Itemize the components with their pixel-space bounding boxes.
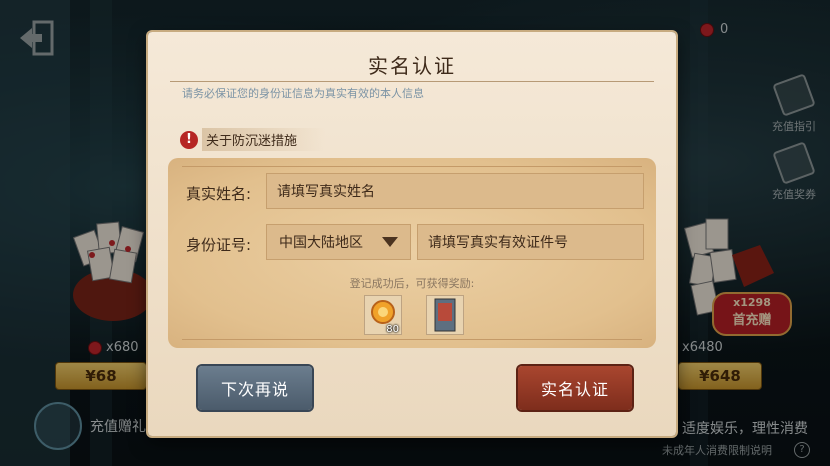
name-input[interactable]: 请填写真实姓名 xyxy=(266,173,644,209)
name-placeholder: 请填写真实姓名 xyxy=(277,184,375,200)
reward-count: 80 xyxy=(386,324,399,335)
name-label: 真实姓名: xyxy=(186,185,252,203)
real-name-dialog: 实名认证 请务必保证您的身份证信息为真实有效的本人信息 ! 关于防沉迷措施 真实… xyxy=(148,32,676,436)
dialog-subtitle: 请务必保证您的身份证信息为真实有效的本人信息 xyxy=(182,87,424,100)
id-placeholder: 请填写真实有效证件号 xyxy=(428,235,568,251)
reward-hint: 登记成功后，可获得奖励: xyxy=(349,277,475,290)
verify-button[interactable]: 实名认证 xyxy=(518,366,632,410)
reward-item-card[interactable] xyxy=(426,295,464,335)
divider xyxy=(182,339,642,340)
later-button[interactable]: 下次再说 xyxy=(198,366,312,410)
warning-icon: ! xyxy=(180,130,198,149)
notice-text: 关于防沉迷措施 xyxy=(202,128,326,151)
region-select[interactable]: 中国大陆地区 xyxy=(266,224,411,260)
divider xyxy=(182,166,642,167)
id-label: 身份证号: xyxy=(186,236,252,254)
dropdown-arrow-icon xyxy=(382,237,398,247)
region-value: 中国大陆地区 xyxy=(279,235,363,251)
id-number-input[interactable]: 请填写真实有效证件号 xyxy=(417,224,644,260)
title-divider xyxy=(170,81,654,82)
dialog-title: 实名认证 xyxy=(368,54,456,78)
character-card-icon xyxy=(434,298,456,332)
anti-addiction-link[interactable]: ! 关于防沉迷措施 xyxy=(180,128,326,151)
reward-item-coin[interactable]: 80 xyxy=(364,295,402,335)
